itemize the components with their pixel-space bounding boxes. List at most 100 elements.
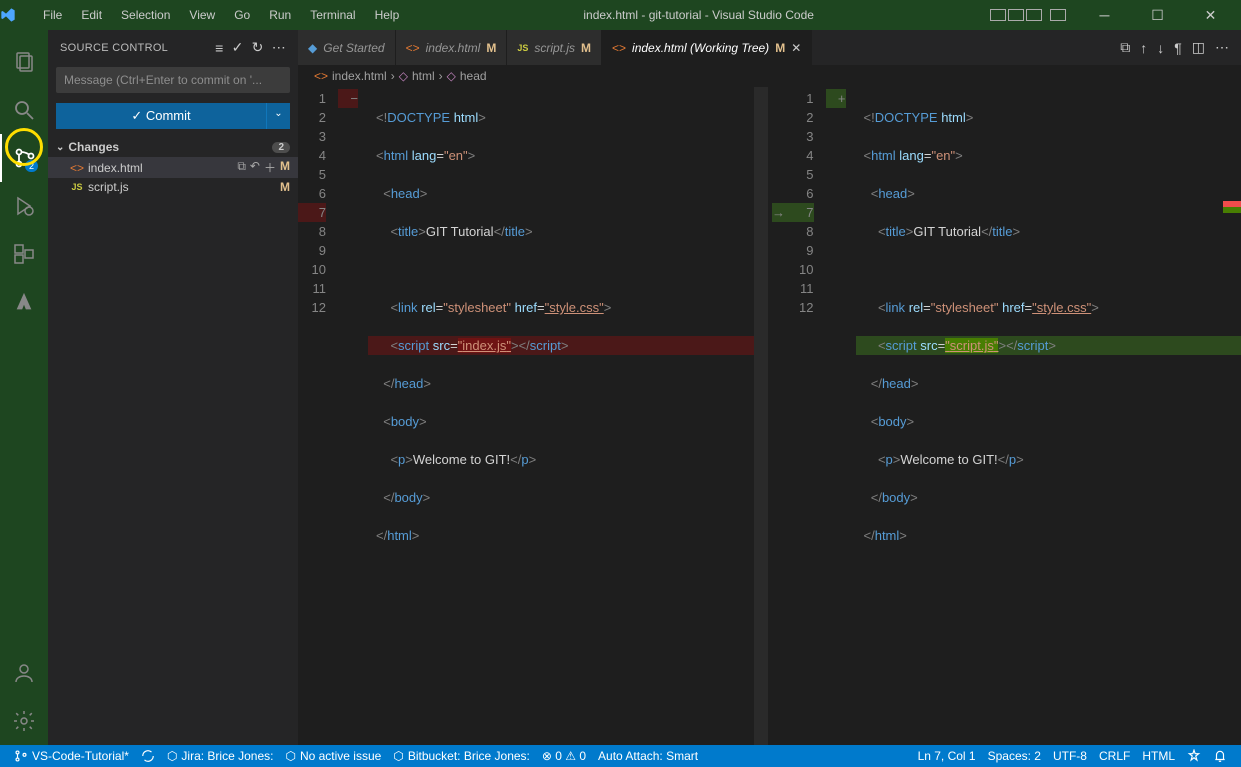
tab-index-html[interactable]: <> index.html M <box>396 30 508 65</box>
commit-check-icon[interactable]: ✓ <box>232 39 244 56</box>
minimize-button[interactable]: ─ <box>1082 7 1127 23</box>
html-file-icon: <> <box>68 161 86 175</box>
close-button[interactable]: ✕ <box>1188 7 1233 24</box>
account-icon[interactable] <box>0 649 48 697</box>
branch-status[interactable]: VS-Code-Tutorial* <box>8 749 135 763</box>
js-file-icon: JS <box>517 43 528 53</box>
run-debug-icon[interactable] <box>0 182 48 230</box>
line-numbers: 123456789101112 <box>298 87 338 745</box>
breadcrumb-head[interactable]: head <box>460 69 487 83</box>
maximize-button[interactable]: ☐ <box>1135 7 1180 24</box>
modified-indicator: M <box>581 41 591 55</box>
layout-icon-4[interactable] <box>1050 9 1066 21</box>
html-file-icon: <> <box>612 41 626 55</box>
changes-count-badge: 2 <box>272 142 290 153</box>
breadcrumb-html[interactable]: html <box>412 69 435 83</box>
more-actions-icon[interactable]: ⋯ <box>272 39 286 56</box>
next-change-icon[interactable]: ↓ <box>1157 40 1164 56</box>
indentation-status[interactable]: Spaces: 2 <box>982 749 1047 763</box>
diff-markers: + <box>826 87 856 745</box>
editor-area: ◆ Get Started <> index.html M JS script.… <box>298 30 1241 745</box>
sync-status[interactable] <box>135 749 161 763</box>
search-icon[interactable] <box>0 86 48 134</box>
more-icon[interactable]: ⋯ <box>1215 39 1229 56</box>
changed-file-index-html[interactable]: <> index.html ⧉ ↶ ＋ M <box>48 157 298 178</box>
diff-arrow-gutter: → <box>772 87 786 317</box>
menu-terminal[interactable]: Terminal <box>302 4 363 26</box>
source-control-icon[interactable]: 2 <box>0 134 48 182</box>
layout-icon-3[interactable] <box>1026 9 1042 21</box>
code-modified[interactable]: <!DOCTYPE html> <html lang="en"> <head> … <box>856 87 1241 745</box>
eol-status[interactable]: CRLF <box>1093 749 1136 763</box>
encoding-status[interactable]: UTF-8 <box>1047 749 1093 763</box>
code-original[interactable]: <!DOCTYPE html> <html lang="en"> <head> … <box>368 87 768 745</box>
layout-icon-2[interactable] <box>1008 9 1024 21</box>
commit-message-input[interactable]: Message (Ctrl+Enter to commit on '... <box>56 67 290 93</box>
auto-attach-status[interactable]: Auto Attach: Smart <box>592 749 704 763</box>
language-status[interactable]: HTML <box>1136 749 1181 763</box>
diff-modified-pane[interactable]: → 123456789101112 + <!DOCTYPE html> <htm… <box>772 87 1241 745</box>
commit-button[interactable]: ✓ Commit <box>56 103 266 129</box>
atlassian-icon[interactable] <box>0 278 48 326</box>
breadcrumb-file[interactable]: index.html <box>332 69 387 83</box>
diff-editor[interactable]: 123456789101112 − <!DOCTYPE html> <html … <box>298 87 1241 745</box>
stage-changes-icon[interactable]: ＋ <box>264 159 276 176</box>
modified-indicator: M <box>280 159 290 176</box>
feedback-icon[interactable] <box>1181 749 1207 763</box>
cursor-position[interactable]: Ln 7, Col 1 <box>912 749 982 763</box>
changes-section-header[interactable]: ⌄ Changes 2 <box>48 137 298 157</box>
window-title: index.html - git-tutorial - Visual Studi… <box>407 8 990 22</box>
split-editor-icon[interactable]: ◫ <box>1192 39 1205 56</box>
whitespace-icon[interactable]: ¶ <box>1174 40 1182 56</box>
menu-help[interactable]: Help <box>367 4 408 26</box>
status-bar: VS-Code-Tutorial* ⬡Jira: Brice Jones: ⬡N… <box>0 745 1241 767</box>
refresh-icon[interactable]: ↻ <box>252 39 264 56</box>
tab-index-html-working-tree[interactable]: <> index.html (Working Tree) M ✕ <box>602 30 812 65</box>
diff-original-pane[interactable]: 123456789101112 − <!DOCTYPE html> <html … <box>298 87 768 745</box>
js-file-icon: JS <box>68 182 86 192</box>
close-tab-icon[interactable]: ✕ <box>791 41 801 55</box>
settings-icon[interactable] <box>0 697 48 745</box>
title-bar: File Edit Selection View Go Run Terminal… <box>0 0 1241 30</box>
bitbucket-status[interactable]: ⬡Bitbucket: Brice Jones: <box>387 749 536 763</box>
line-numbers: 123456789101112 <box>786 87 826 745</box>
tab-script-js[interactable]: JS script.js M <box>507 30 602 65</box>
modified-indicator: M <box>280 180 290 194</box>
scrollbar[interactable] <box>754 87 768 745</box>
menu-go[interactable]: Go <box>226 4 258 26</box>
prev-change-icon[interactable]: ↑ <box>1140 40 1147 56</box>
issue-status[interactable]: ⬡No active issue <box>279 749 387 763</box>
vscode-logo-icon <box>0 7 35 23</box>
menu-edit[interactable]: Edit <box>73 4 110 26</box>
menu-selection[interactable]: Selection <box>113 4 178 26</box>
element-icon: ◇ <box>399 69 408 83</box>
tab-get-started[interactable]: ◆ Get Started <box>298 30 396 65</box>
window-controls: ─ ☐ ✕ <box>990 7 1241 24</box>
tab-label: script.js <box>534 41 575 55</box>
tab-label: Get Started <box>323 41 384 55</box>
html-file-icon: <> <box>406 41 420 55</box>
changed-file-script-js[interactable]: JS script.js M <box>48 178 298 196</box>
problems-status[interactable]: ⊗ 0 ⚠ 0 <box>536 749 592 763</box>
tab-label: index.html <box>426 41 481 55</box>
activity-bar: 2 <box>0 30 48 745</box>
go-to-file-icon[interactable]: ⧉ <box>1120 39 1130 56</box>
menu-view[interactable]: View <box>181 4 223 26</box>
menu-run[interactable]: Run <box>261 4 299 26</box>
explorer-icon[interactable] <box>0 38 48 86</box>
breadcrumb[interactable]: <> index.html › ◇ html › ◇ head <box>298 65 1241 87</box>
layout-icon-1[interactable] <box>990 9 1006 21</box>
notifications-icon[interactable] <box>1207 749 1233 763</box>
view-tree-icon[interactable]: ≡ <box>215 40 223 56</box>
chevron-down-icon: ⌄ <box>56 142 64 153</box>
file-name: script.js <box>88 180 280 194</box>
extensions-icon[interactable] <box>0 230 48 278</box>
commit-dropdown-button[interactable]: ⌄ <box>266 103 290 129</box>
diff-overview-ruler[interactable] <box>1223 87 1241 745</box>
menu-file[interactable]: File <box>35 4 70 26</box>
main-menu: File Edit Selection View Go Run Terminal… <box>35 4 407 26</box>
modified-indicator: M <box>486 41 496 55</box>
open-file-icon[interactable]: ⧉ <box>237 159 246 176</box>
discard-changes-icon[interactable]: ↶ <box>250 159 260 176</box>
jira-status[interactable]: ⬡Jira: Brice Jones: <box>161 749 280 763</box>
